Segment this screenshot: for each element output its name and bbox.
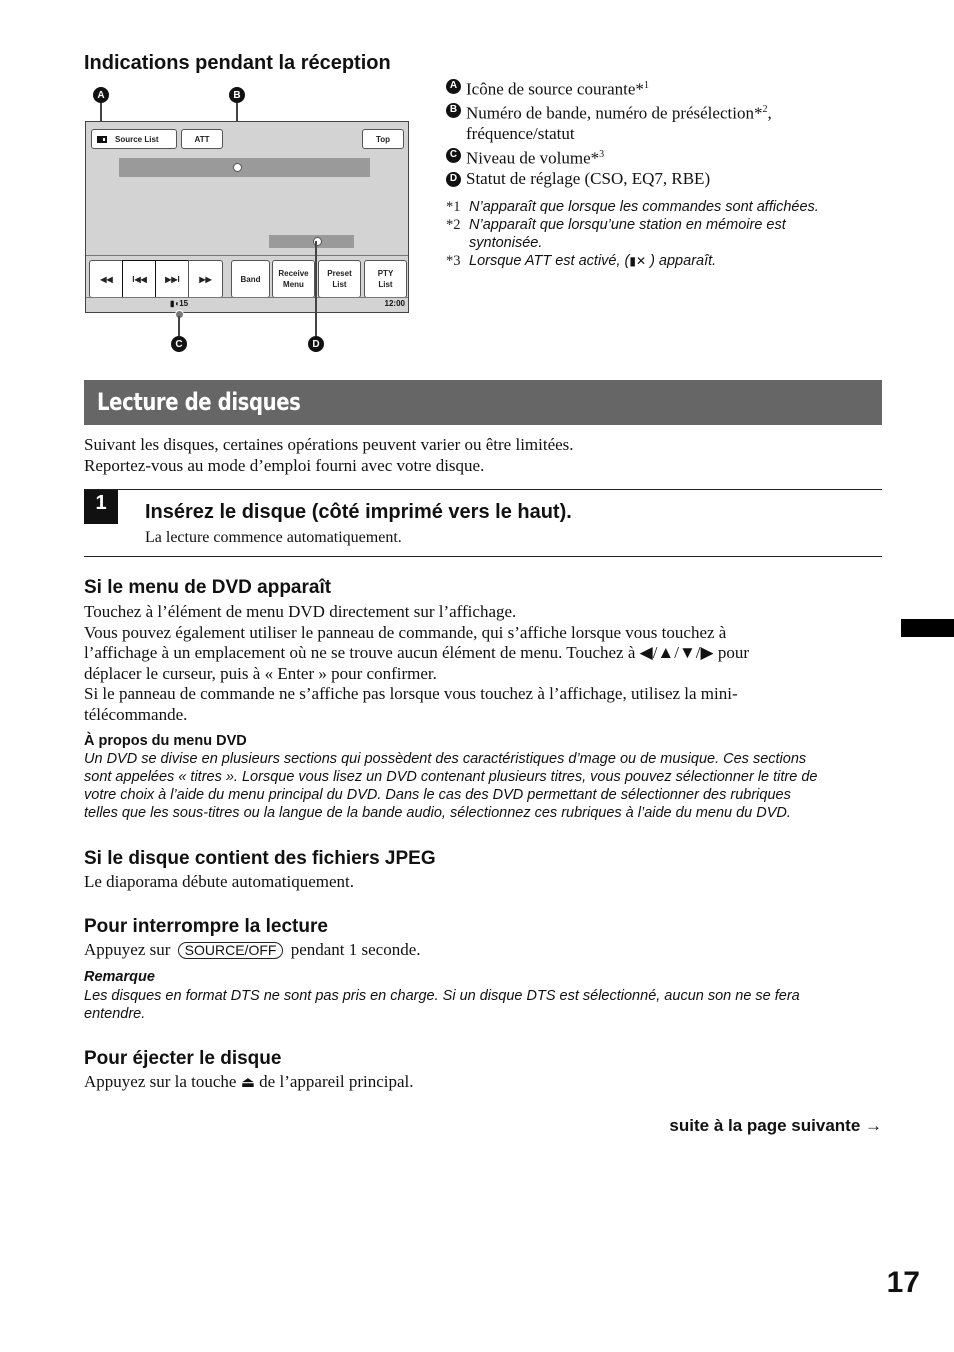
control-bar: ◀◀ I◀◀ ▶▶I ▶▶ Band Receive Menu Preset L… bbox=[86, 255, 408, 298]
speaker-icon: ▮◖ bbox=[170, 299, 180, 308]
footnote: *1 N’apparaît que lorsque les commandes … bbox=[446, 199, 819, 216]
callout-b: B bbox=[229, 87, 245, 103]
callout-c-dot bbox=[175, 310, 184, 319]
jpeg-heading: Si le disque contient des fichiers JPEG bbox=[84, 848, 436, 869]
preset-list-button[interactable]: Preset List bbox=[318, 260, 361, 298]
source-list-button[interactable]: Source List bbox=[91, 129, 177, 149]
step-title: Insérez le disque (côté imprimé vers le … bbox=[145, 501, 572, 523]
page-number: 17 bbox=[886, 1266, 920, 1299]
att-button[interactable]: ATT bbox=[181, 129, 223, 149]
stop-heading: Pour interrompre la lecture bbox=[84, 916, 328, 937]
note-text: Les disques en format DTS ne sont pas pr… bbox=[84, 988, 800, 1022]
chapter-thumb-tab bbox=[901, 619, 954, 637]
eject-text: Appuyez sur la touche ⏏ de l’appareil pr… bbox=[84, 1072, 414, 1091]
section-title-bar: Lecture de disques bbox=[84, 380, 882, 425]
dvd-menu-text: Touchez à l’élément de menu DVD directem… bbox=[84, 602, 750, 724]
forward-button[interactable]: ▶▶ bbox=[188, 260, 223, 298]
callout-a: A bbox=[93, 87, 109, 103]
jpeg-text: Le diaporama débute automatiquement. bbox=[84, 872, 355, 891]
status-bar: ▮◖15 12:00 bbox=[86, 297, 408, 312]
band-frequency-field bbox=[119, 158, 370, 177]
eject-icon: ⏏ bbox=[240, 1073, 255, 1091]
continued-next-page: suite à la page suivante → bbox=[669, 1116, 882, 1135]
tuning-status-field bbox=[269, 235, 354, 248]
next-button[interactable]: ▶▶I bbox=[155, 260, 190, 298]
leader-d bbox=[315, 241, 317, 336]
mute-speaker-icon: ▮✕ bbox=[629, 254, 647, 269]
section-intro: Suivant les disques, certaines opération… bbox=[84, 435, 574, 475]
reception-heading: Indications pendant la réception bbox=[84, 52, 391, 74]
pty-list-button[interactable]: PTY List bbox=[364, 260, 407, 298]
receive-menu-button[interactable]: Receive Menu bbox=[272, 260, 315, 298]
callout-c: C bbox=[171, 336, 187, 352]
section-title: Lecture de disques bbox=[97, 388, 301, 416]
leader-c bbox=[178, 316, 180, 336]
top-button[interactable]: Top bbox=[362, 129, 404, 149]
footnote: *3 Lorsque ATT est activé, (▮✕ ) apparaî… bbox=[446, 253, 717, 270]
legend-item: A Icône de source courante*1 bbox=[446, 76, 866, 100]
previous-button[interactable]: I◀◀ bbox=[122, 260, 157, 298]
reception-display-diagram: A B Source List ATT Top ◀◀ I◀◀ ▶▶I ▶▶ Ba… bbox=[84, 84, 414, 359]
divider bbox=[84, 556, 882, 558]
volume-indicator: ▮◖15 bbox=[170, 299, 189, 308]
step-text: La lecture commence automatiquement. bbox=[145, 529, 402, 546]
note-heading: Remarque bbox=[84, 969, 155, 985]
footnote: *2 N’apparaît que lorsqu’une station en … bbox=[446, 217, 786, 252]
callout-d: D bbox=[308, 336, 324, 352]
diagram-legend: A Icône de source courante*1 B Numéro de… bbox=[446, 76, 866, 270]
divider bbox=[84, 489, 882, 491]
dvd-menu-heading: Si le menu de DVD apparaît bbox=[84, 577, 332, 598]
step-number: 1 bbox=[84, 490, 118, 524]
display-screen: Source List ATT Top ◀◀ I◀◀ ▶▶I ▶▶ Band R… bbox=[85, 121, 409, 313]
about-dvd-heading: À propos du menu DVD bbox=[84, 733, 247, 749]
about-dvd-text: Un DVD se divise en plusieurs sections q… bbox=[84, 751, 818, 821]
legend-item: C Niveau de volume*3 bbox=[446, 145, 866, 169]
legend-item: B Numéro de bande, numéro de présélectio… bbox=[446, 100, 866, 145]
source-off-key: SOURCE/OFF bbox=[177, 942, 284, 959]
stop-text: Appuyez sur SOURCE/OFF pendant 1 seconde… bbox=[84, 940, 421, 959]
band-button[interactable]: Band bbox=[231, 260, 270, 298]
legend-item: D Statut de réglage (CSO, EQ7, RBE) bbox=[446, 169, 866, 190]
rewind-button[interactable]: ◀◀ bbox=[89, 260, 124, 298]
clock: 12:00 bbox=[384, 299, 405, 308]
radio-source-icon bbox=[97, 135, 107, 143]
eject-heading: Pour éjecter le disque bbox=[84, 1048, 282, 1069]
footnotes: *1 N’apparaît que lorsque les commandes … bbox=[446, 198, 866, 270]
callout-b-dot bbox=[233, 163, 242, 172]
